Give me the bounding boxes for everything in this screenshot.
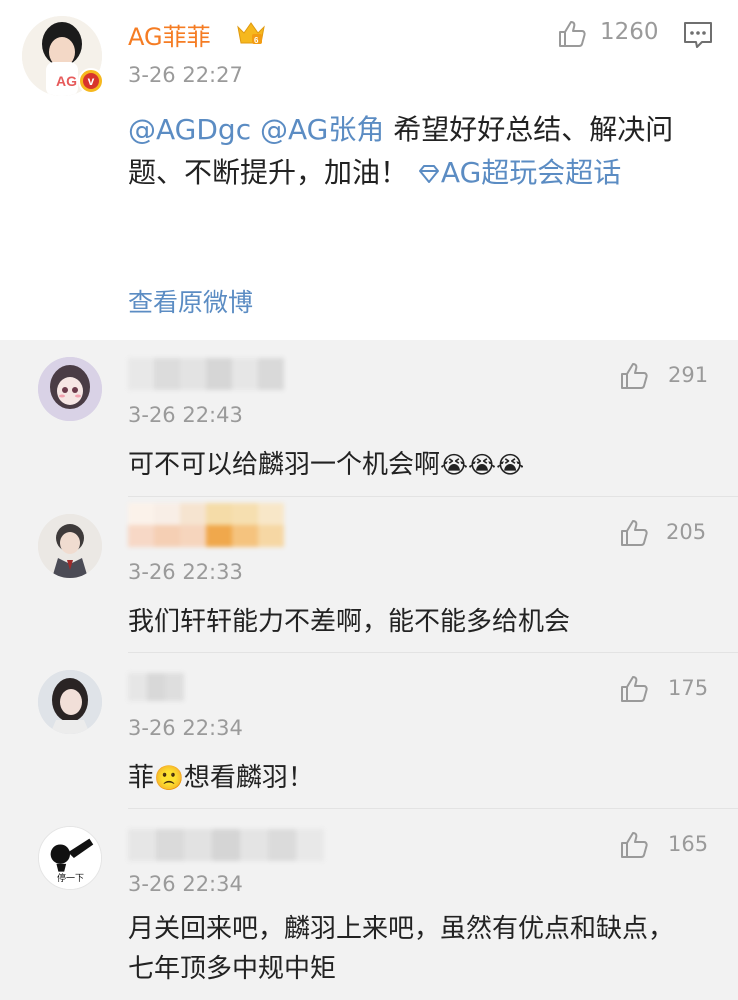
commenter-name-blurred[interactable]: [128, 829, 324, 861]
comment-item: 停一下 3-26 22:34 165 月关回来吧，麟羽上来吧，虽然有优点和缺点，…: [0, 809, 738, 1000]
comment-item: 3-26 22:33 205 我们轩轩能力不差啊，能不能多给机会: [0, 497, 738, 653]
comment-time: 3-26 22:43: [128, 403, 243, 427]
commenter-avatar[interactable]: [38, 514, 102, 578]
topic-link[interactable]: AG超玩会超话: [417, 156, 621, 189]
thumbs-up-icon: [559, 21, 586, 47]
avatar-caption: 停一下: [57, 874, 85, 884]
svg-text:AG: AG: [56, 73, 77, 89]
post-author-name[interactable]: AG菲菲: [128, 17, 211, 52]
comment-like-button[interactable]: 205: [618, 517, 718, 549]
comment-time: 3-26 22:34: [128, 716, 243, 740]
view-original-link[interactable]: 查看原微博: [128, 283, 253, 319]
thumbs-up-icon: [621, 363, 648, 389]
comment-text: 可不可以给麟羽一个机会啊😭😭😭: [128, 444, 524, 481]
commenter-avatar[interactable]: 停一下: [38, 826, 102, 890]
commenter-avatar[interactable]: [38, 357, 102, 421]
crying-face-icon: 😭😭😭: [440, 451, 525, 479]
comment-text-before: 菲: [128, 763, 155, 793]
mention-ag-zhangjiao[interactable]: @AG张角: [260, 113, 384, 146]
crown-icon: 6: [236, 19, 266, 51]
comment-text: 菲🙁想看麟羽！: [128, 757, 314, 794]
comment-like-count: 165: [668, 832, 709, 856]
commenter-name-blurred[interactable]: [128, 503, 284, 547]
diamond-icon: [418, 165, 439, 183]
post-like-count: 1260: [600, 19, 659, 45]
commenter-avatar[interactable]: [38, 670, 102, 734]
post-time: 3-26 22:27: [128, 63, 243, 87]
comment-like-count: 175: [668, 676, 709, 700]
comment-like-button[interactable]: 175: [618, 673, 718, 705]
thumbs-up-icon: [621, 520, 648, 546]
commenter-name-blurred[interactable]: [128, 358, 284, 390]
comment-like-count: 205: [666, 520, 707, 544]
thumbs-up-icon: [621, 676, 648, 702]
comment-like-button[interactable]: 291: [618, 360, 718, 392]
comment-text-main: 可不可以给麟羽一个机会啊: [128, 450, 441, 480]
mention-agdgc[interactable]: @AGDgc: [128, 113, 251, 146]
svg-text:6: 6: [254, 36, 259, 45]
verified-badge-icon: v: [78, 68, 104, 94]
post-content: @AGDgc @AG张角 希望好好总结、解决问题、不断提升，加油！ AG超玩会超…: [128, 108, 718, 194]
comment-item: 3-26 22:34 175 菲🙁想看麟羽！: [0, 653, 738, 809]
comment-like-button[interactable]: 165: [618, 829, 718, 861]
topic-label: AG超玩会超话: [440, 156, 622, 189]
post-like-button[interactable]: 1260: [556, 18, 666, 50]
comment-time: 3-26 22:34: [128, 872, 243, 896]
comment-item: 3-26 22:43 291 可不可以给麟羽一个机会啊😭😭😭: [0, 340, 738, 496]
comment-text-after: 想看麟羽！: [183, 763, 314, 793]
comment-icon[interactable]: [682, 20, 714, 54]
thumbs-up-icon: [621, 832, 648, 858]
comment-text: 月关回来吧，麟羽上来吧，虽然有优点和缺点，七年顶多中规中矩: [128, 914, 675, 984]
commenter-name-blurred[interactable]: [128, 673, 185, 701]
sad-face-icon: 🙁: [154, 764, 184, 792]
comment-time: 3-26 22:33: [128, 560, 243, 584]
comment-text: 我们轩轩能力不差啊，能不能多给机会: [128, 607, 571, 637]
comment-like-count: 291: [668, 363, 709, 387]
